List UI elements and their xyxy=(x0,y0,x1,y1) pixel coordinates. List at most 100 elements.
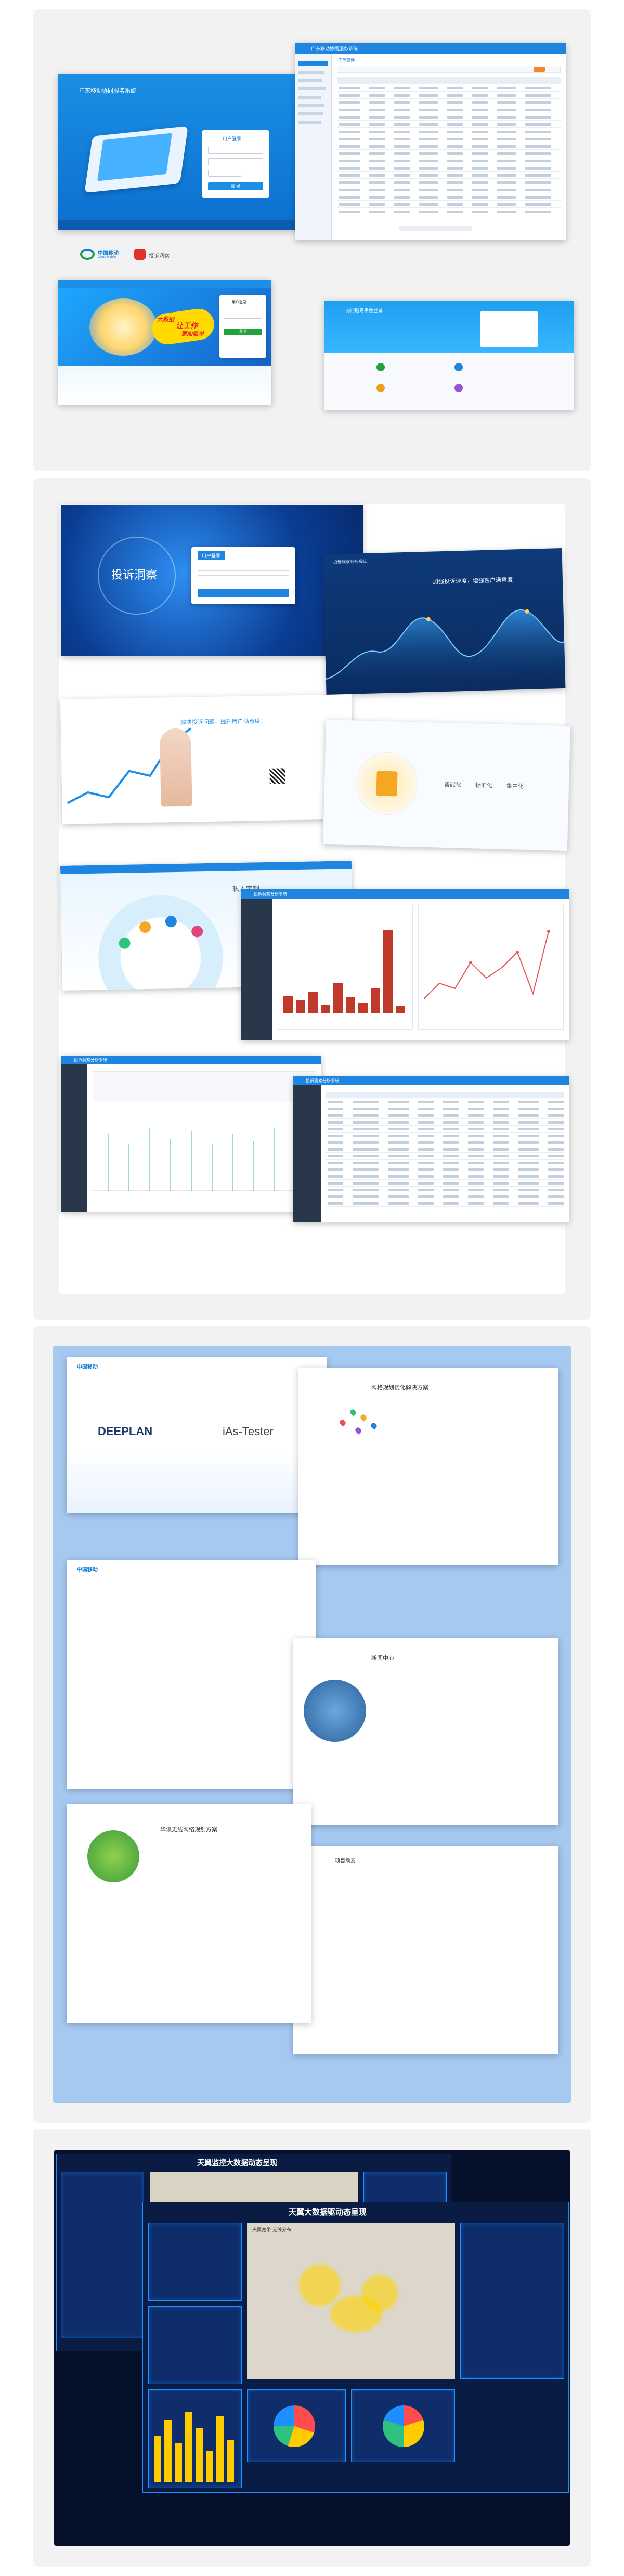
table-cell xyxy=(394,160,410,162)
table-row[interactable] xyxy=(337,136,561,142)
banner-username-field[interactable] xyxy=(224,309,262,314)
search-button[interactable] xyxy=(534,67,545,72)
table-row[interactable] xyxy=(337,194,561,201)
table-cell xyxy=(525,116,551,119)
table-row[interactable] xyxy=(326,1126,564,1133)
insight-login-button[interactable] xyxy=(198,589,289,597)
table-cell xyxy=(518,1168,539,1171)
hand-illustration xyxy=(159,728,192,807)
platform-login-card xyxy=(480,311,538,347)
site3-screenshot: 中国移动 xyxy=(67,1560,316,1789)
site1-brand2: iAs-Tester xyxy=(223,1425,274,1438)
username-field[interactable] xyxy=(208,147,263,154)
table-row[interactable] xyxy=(326,1201,564,1207)
table-row[interactable] xyxy=(326,1153,564,1160)
insight-username-field[interactable] xyxy=(198,564,289,571)
table-row[interactable] xyxy=(337,173,561,179)
table-row[interactable] xyxy=(337,180,561,186)
table-cell xyxy=(339,211,360,213)
table-row[interactable] xyxy=(326,1147,564,1153)
sidebar-item[interactable] xyxy=(298,104,324,107)
table-cell xyxy=(418,1114,434,1117)
table-cell xyxy=(468,1101,484,1103)
table-cell xyxy=(419,109,438,111)
dash2-bottom-left xyxy=(247,2389,346,2462)
table-tab-title[interactable]: 工单查询 xyxy=(338,57,355,63)
phone-screen xyxy=(97,133,173,181)
pagination[interactable] xyxy=(399,226,472,231)
password-field[interactable] xyxy=(208,158,263,165)
table-cell xyxy=(339,101,360,104)
bar-mark xyxy=(227,2439,234,2482)
sidebar-item[interactable] xyxy=(298,79,322,82)
bar-dashboard-sidebar xyxy=(241,899,272,1040)
table-row[interactable] xyxy=(326,1099,564,1105)
table-cell xyxy=(339,138,360,140)
dash1-left-panel xyxy=(61,2172,144,2338)
table-row[interactable] xyxy=(337,114,561,121)
table-row[interactable] xyxy=(337,187,561,193)
table-row[interactable] xyxy=(326,1120,564,1126)
table-cell xyxy=(328,1135,343,1137)
table-row[interactable] xyxy=(326,1140,564,1146)
table-row[interactable] xyxy=(326,1194,564,1200)
table-row[interactable] xyxy=(337,85,561,92)
table-cell xyxy=(472,203,488,206)
table-cell xyxy=(472,181,488,184)
table-cell xyxy=(472,109,488,111)
table-row[interactable] xyxy=(337,122,561,128)
table-cell xyxy=(518,1135,539,1137)
login-button[interactable]: 登 录 xyxy=(208,182,263,190)
sidebar-item[interactable] xyxy=(298,61,328,66)
bar-mark xyxy=(154,2436,161,2482)
table-row[interactable] xyxy=(326,1106,564,1112)
insight-password-field[interactable] xyxy=(198,575,289,582)
table-row[interactable] xyxy=(326,1187,564,1193)
list-table-header xyxy=(326,1092,564,1098)
table-cell xyxy=(394,131,410,133)
table-cell xyxy=(525,196,551,199)
table-row[interactable] xyxy=(337,93,561,99)
table-cell xyxy=(419,203,438,206)
table-cell xyxy=(418,1182,434,1185)
table-cell xyxy=(353,1175,379,1178)
banner-badge-line1: 大数据 xyxy=(157,317,174,323)
captcha-field[interactable] xyxy=(208,170,241,177)
table-row[interactable] xyxy=(337,144,561,150)
table-row[interactable] xyxy=(326,1167,564,1173)
table-cell xyxy=(518,1162,539,1164)
hand-tagline: 解决投诉问题，提升用户满意度！ xyxy=(180,718,266,726)
sidebar-item[interactable] xyxy=(298,121,321,124)
table-cell xyxy=(353,1195,379,1198)
table-cell xyxy=(472,138,488,140)
table-row[interactable] xyxy=(337,209,561,215)
sidebar-item[interactable] xyxy=(298,112,323,115)
table-cell xyxy=(548,1202,564,1205)
table-row[interactable] xyxy=(337,129,561,135)
table-cell xyxy=(472,87,488,89)
sidebar-item[interactable] xyxy=(298,71,324,74)
table-cell xyxy=(468,1108,484,1110)
table-row[interactable] xyxy=(326,1180,564,1187)
banner-password-field[interactable] xyxy=(224,318,262,323)
table-row[interactable] xyxy=(326,1113,564,1119)
table-row[interactable] xyxy=(326,1133,564,1139)
banner-login-button[interactable]: 登 录 xyxy=(224,329,262,335)
table-cell xyxy=(328,1162,343,1164)
table-row[interactable] xyxy=(337,151,561,157)
table-row[interactable] xyxy=(337,100,561,106)
table-cell xyxy=(443,1141,459,1144)
table-row[interactable] xyxy=(337,165,561,172)
table-row[interactable] xyxy=(337,158,561,164)
table-cell xyxy=(447,145,463,148)
table-cell xyxy=(493,1101,509,1103)
sidebar-item[interactable] xyxy=(298,96,321,99)
table-row[interactable] xyxy=(326,1174,564,1180)
table-row[interactable] xyxy=(337,107,561,113)
table-cell xyxy=(548,1162,564,1164)
table-row[interactable] xyxy=(326,1160,564,1166)
bar-mark xyxy=(296,1000,305,1013)
table-cell xyxy=(388,1101,409,1103)
sidebar-item[interactable] xyxy=(298,87,326,90)
table-row[interactable] xyxy=(337,202,561,208)
